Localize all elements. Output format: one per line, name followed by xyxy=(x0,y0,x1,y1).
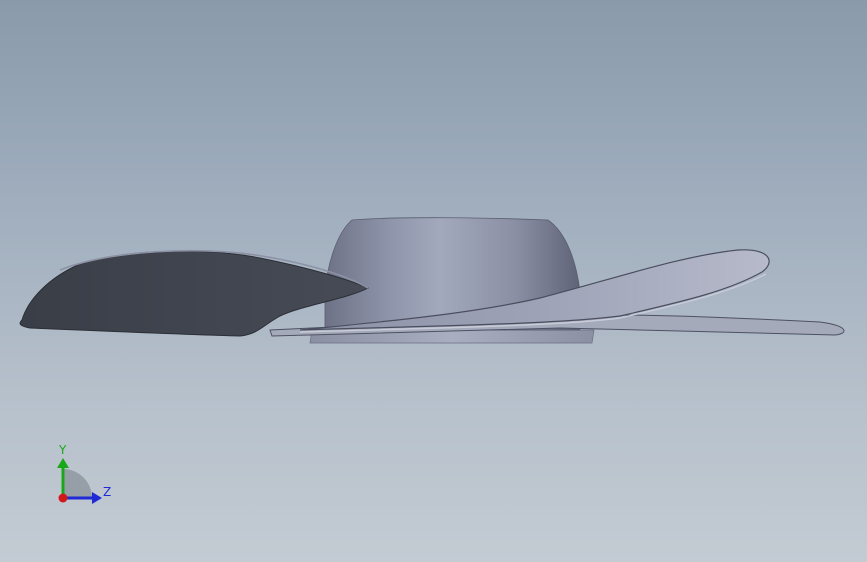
coordinate-triad: Y Z xyxy=(57,443,111,504)
fan-3d-model[interactable] xyxy=(0,0,867,562)
z-axis-arrow-icon xyxy=(92,492,102,504)
graphics-viewport[interactable]: Y Z xyxy=(0,0,867,562)
triad-plane-shade xyxy=(63,469,92,498)
y-axis-label: Y xyxy=(58,443,67,457)
z-axis-label: Z xyxy=(103,485,111,499)
y-axis-arrow-icon xyxy=(57,458,69,468)
blade-left xyxy=(19,250,370,337)
x-axis-origin-icon xyxy=(58,493,68,503)
